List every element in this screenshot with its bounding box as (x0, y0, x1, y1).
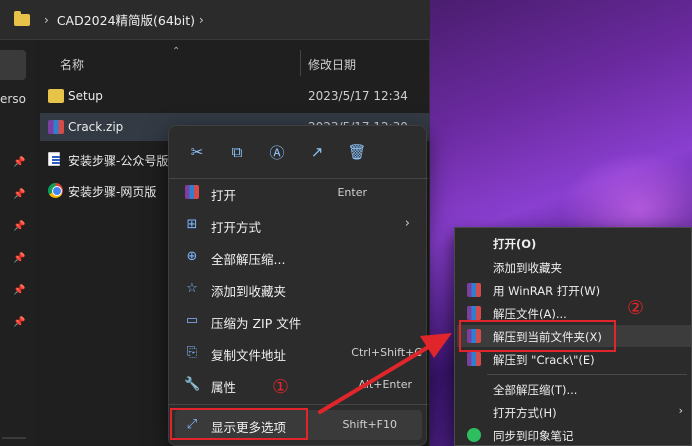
zip-folder-icon: ▭ (185, 313, 199, 328)
classic-item-extract-all[interactable]: 全部解压缩(T)... (457, 378, 691, 400)
copy-icon[interactable]: ⧉ (217, 136, 257, 168)
pin-icon: 📌 (13, 317, 26, 328)
address-bar[interactable]: › CAD2024精简版(64bit) › (0, 0, 430, 40)
menu-item-label: 添加到收藏夹 (493, 261, 562, 275)
pin-icon: 📌 (13, 285, 26, 296)
evernote-icon (467, 428, 481, 442)
folder-icon (48, 89, 64, 103)
share-icon[interactable]: ↗ (297, 136, 337, 168)
sort-up-icon[interactable]: ⌃ (172, 46, 180, 57)
pin-icon: 📌 (13, 253, 26, 264)
highlight-extract-here (459, 320, 616, 352)
file-date: 2023/5/17 12:34 (308, 89, 408, 103)
menu-item-label: 打开 (211, 188, 237, 203)
menu-item-label: 用 WinRAR 打开(W) (493, 284, 601, 298)
classic-item-evernote[interactable]: 同步到印象笔记 (457, 424, 691, 446)
menu-shortcut: Enter (337, 186, 367, 199)
menu-item-label: 压缩为 ZIP 文件 (211, 316, 302, 331)
nav-item-label[interactable]: erso (0, 92, 26, 106)
step-one-marker: ① (272, 376, 290, 398)
menu-shortcut: Alt+Enter (358, 378, 412, 391)
chrome-icon (48, 183, 63, 198)
chevron-right-icon[interactable]: › (199, 13, 204, 27)
menu-item-properties[interactable]: 🔧 属性 Alt+Enter (175, 370, 422, 400)
chevron-right-icon: › (678, 404, 683, 417)
quick-actions-bar: ✂ ⧉ Ⓐ ↗ 🗑 (177, 134, 417, 170)
rename-icon[interactable]: Ⓐ (257, 136, 297, 168)
menu-item-label: 属性 (211, 380, 237, 395)
file-name: 安装步骤-公众号版 (68, 154, 169, 168)
file-name: Setup (68, 89, 103, 103)
file-row-setup[interactable]: Setup 2023/5/17 12:34 (40, 82, 430, 110)
cut-icon[interactable]: ✂ (177, 136, 217, 168)
wrench-icon: 🔧 (184, 377, 201, 392)
column-date-header[interactable]: 修改日期 (308, 56, 356, 73)
scroll-hint (2, 437, 26, 439)
star-icon: ☆ (186, 281, 198, 296)
column-header: ⌃ 名称 修改日期 (40, 46, 430, 78)
winrar-icon (48, 120, 64, 134)
menu-item-label: 全部解压缩... (211, 252, 286, 267)
menu-item-compress-zip[interactable]: ▭ 压缩为 ZIP 文件 (175, 306, 422, 336)
menu-item-label: 全部解压缩(T)... (493, 383, 578, 397)
menu-shortcut: Shift+F10 (342, 418, 397, 431)
menu-item-extract-all[interactable]: ⊕ 全部解压缩... (175, 242, 422, 272)
winrar-icon (467, 283, 481, 297)
classic-item-open[interactable]: 打开(O) (457, 232, 691, 254)
classic-item-open-with[interactable]: 打开方式(H) › (457, 401, 691, 423)
menu-item-open-with[interactable]: ⊞ 打开方式 › (175, 210, 422, 240)
menu-separator (487, 374, 687, 375)
open-with-icon: ⊞ (186, 217, 198, 232)
classic-item-add-favorites[interactable]: 添加到收藏夹 (457, 256, 691, 278)
column-divider[interactable] (300, 50, 301, 76)
menu-item-copy-path[interactable]: ⎘ 复制文件地址 Ctrl+Shift+C (175, 338, 422, 368)
menu-shortcut: Ctrl+Shift+C (351, 346, 422, 359)
copy-path-icon: ⎘ (186, 345, 198, 360)
step-two-marker: ② (627, 297, 645, 319)
menu-item-open[interactable]: 打开 Enter (175, 178, 422, 208)
pin-icon: 📌 (13, 221, 26, 232)
menu-item-label: 同步到印象笔记 (493, 429, 574, 443)
pin-icon: 📌 (13, 189, 26, 200)
menu-item-label: 打开方式(H) (493, 406, 557, 420)
menu-item-label: 打开(O) (493, 237, 537, 251)
menu-item-label: 解压到 "Crack\"(E) (493, 353, 595, 367)
context-menu: ✂ ⧉ Ⓐ ↗ 🗑 打开 Enter ⊞ 打开方式 › ⊕ 全部解压缩... ☆… (168, 125, 428, 446)
folder-icon (14, 10, 30, 26)
chevron-right-icon: › (44, 12, 49, 27)
menu-item-label: 打开方式 (211, 220, 262, 235)
menu-item-label: 复制文件地址 (211, 348, 287, 363)
menu-item-add-favorites[interactable]: ☆ 添加到收藏夹 (175, 274, 422, 304)
winrar-icon (184, 185, 200, 201)
delete-icon[interactable]: 🗑 (337, 136, 377, 168)
chevron-right-icon: › (404, 216, 410, 231)
nav-selected-item[interactable] (0, 50, 26, 80)
extract-icon: ⊕ (186, 249, 198, 264)
winrar-icon (467, 352, 481, 366)
breadcrumb[interactable]: CAD2024精简版(64bit) (57, 10, 195, 29)
menu-separator (169, 404, 428, 405)
column-name-header[interactable]: 名称 (60, 56, 84, 73)
document-icon (48, 152, 60, 166)
winrar-icon (467, 306, 481, 320)
pin-icon: 📌 (13, 157, 26, 168)
menu-item-label: 添加到收藏夹 (211, 284, 287, 299)
file-name: 安装步骤-网页版 (68, 185, 157, 199)
highlight-show-more-options (170, 408, 308, 440)
classic-item-open-winrar[interactable]: 用 WinRAR 打开(W) (457, 279, 691, 301)
navigation-pane: erso 📌 📌 📌 📌 📌 📌 (0, 40, 34, 446)
file-name: Crack.zip (68, 120, 124, 134)
